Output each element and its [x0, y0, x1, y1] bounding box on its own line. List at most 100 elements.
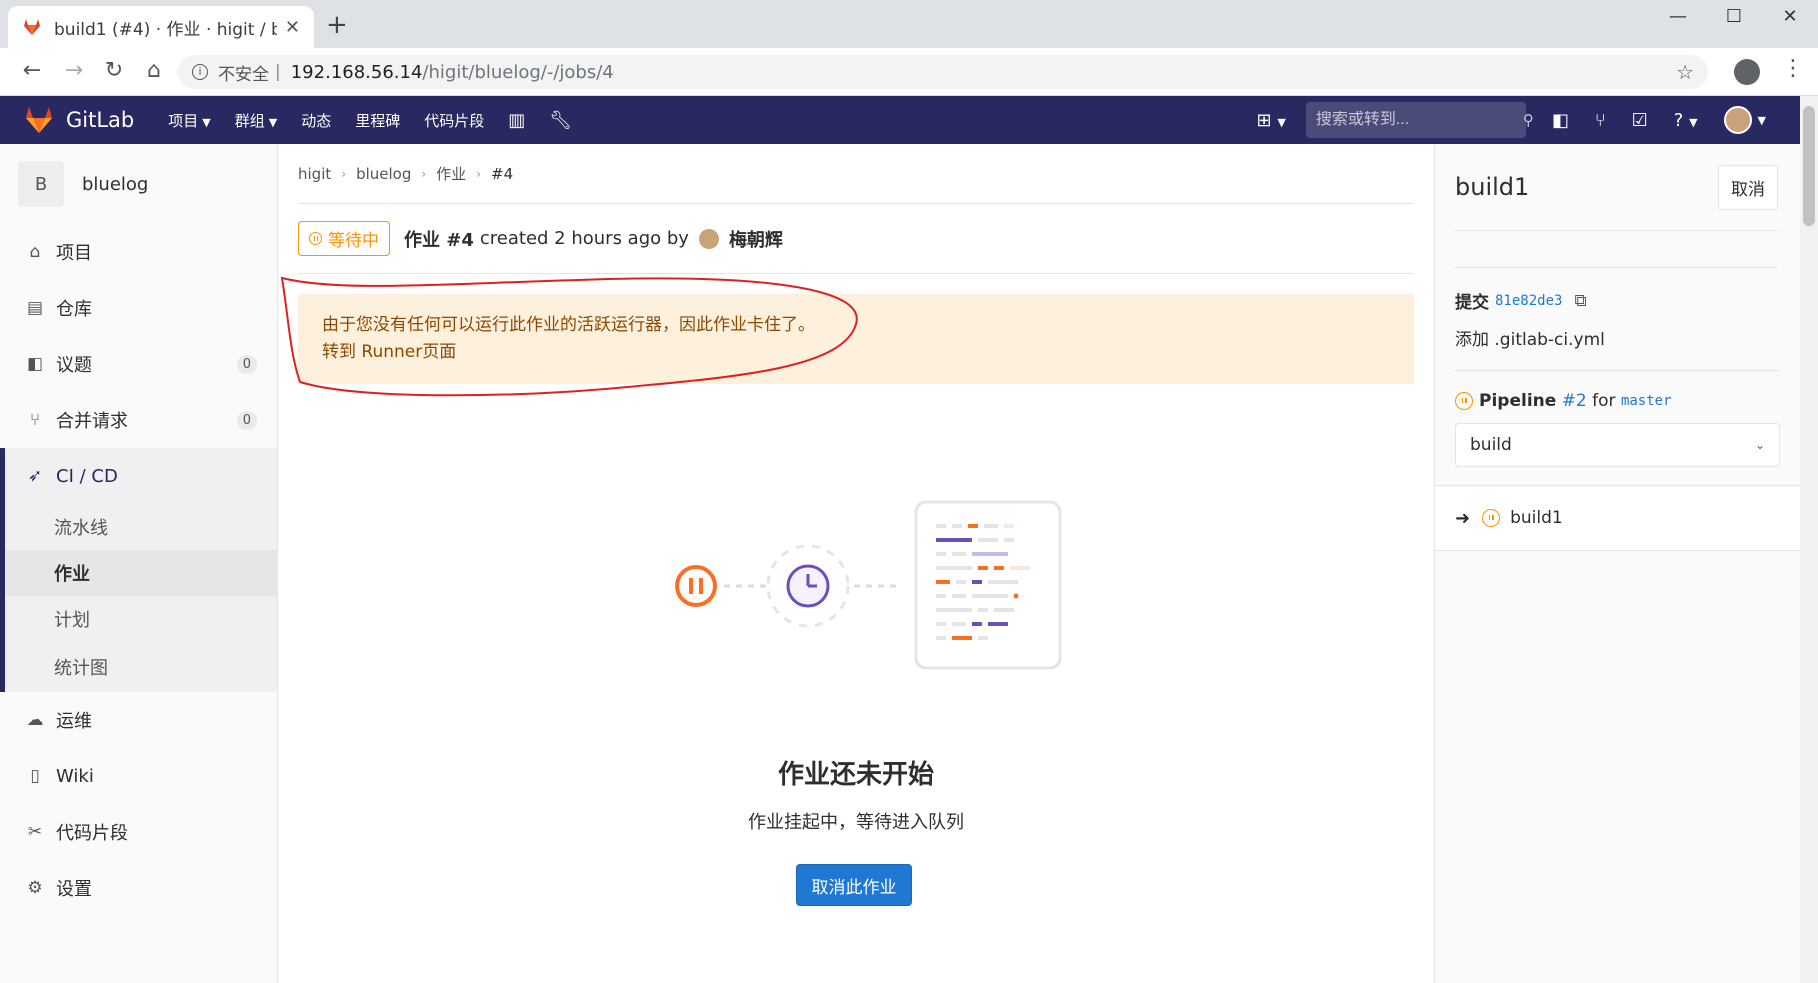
project-name: bluelog [82, 173, 149, 195]
address-bar[interactable]: i 不安全 | 192.168.56.14/higit/bluelog/-/jo… [178, 55, 1708, 89]
url-path: /higit/bluelog/-/jobs/4 [422, 61, 614, 83]
wrench-icon[interactable]: 🔧︎ [549, 110, 572, 131]
sidebar-header: build1 取消 [1435, 144, 1800, 230]
nav-groups-label: 群组 [234, 111, 265, 130]
pipeline-id-link[interactable]: #2 [1562, 391, 1587, 411]
runner-page-link[interactable]: 转到 Runner页面 [322, 339, 1390, 366]
main-content: higit › bluelog › 作业 › #4 等待中 作业 #4 created… [298, 144, 1414, 983]
nav-groups[interactable]: 群组 ▼ [235, 110, 277, 131]
chevron-down-icon: ▼ [268, 115, 278, 129]
scissors-icon: ✂ [27, 822, 43, 842]
issues-count-badge: 0 [236, 354, 257, 374]
gitlab-brand[interactable]: GitLab [24, 106, 134, 134]
sidebar-section-cicd: ➶ CI / CD 流水线 作业 计划 统计图 [0, 448, 277, 692]
chart-icon[interactable]: ▥ [508, 110, 525, 131]
breadcrumb: higit › bluelog › 作业 › #4 [298, 144, 1414, 204]
sidebar-subitem-pipelines[interactable]: 流水线 [5, 504, 277, 550]
browser-profile-icon[interactable] [1734, 59, 1760, 85]
back-icon[interactable]: ← [18, 58, 46, 83]
maximize-icon[interactable]: ☐ [1706, 0, 1762, 32]
new-item-icon[interactable]: ⊞ ▼ [1257, 110, 1286, 131]
new-tab-icon[interactable]: + [326, 10, 348, 40]
doc-icon: ▤ [26, 298, 44, 318]
job-list-name: build1 [1510, 508, 1563, 528]
user-avatar[interactable] [1723, 106, 1752, 134]
mr-count-badge: 0 [236, 410, 257, 430]
stage-dropdown[interactable]: build ⌄ [1455, 423, 1780, 467]
navbar-right: ⊞ ▼ ⚲ ◧ ⑂ ☑ ? ▼ ▼ [1231, 96, 1800, 144]
job-header: 等待中 作业 #4 created 2 hours ago by 梅朝辉 [298, 204, 1414, 274]
cancel-button[interactable]: 取消 [1718, 164, 1778, 210]
job-list-item[interactable]: ➜ build1 [1435, 485, 1800, 551]
bookmark-star-icon[interactable]: ☆ [1676, 60, 1694, 84]
chevron-right-icon: › [341, 166, 347, 181]
home-icon[interactable]: ⌂ [140, 58, 168, 83]
sidebar-project-header[interactable]: B bluelog [0, 144, 277, 224]
sidebar-item-merge-requests[interactable]: ⑂ 合并请求 0 [0, 392, 277, 448]
copy-icon[interactable]: ⧉ [1574, 291, 1586, 311]
window-controls: — ☐ ✕ [1650, 0, 1818, 32]
issues-icon[interactable]: ◧ [1552, 110, 1569, 131]
sidebar-item-operations[interactable]: ☁ 运维 [0, 692, 277, 748]
breadcrumb-higit[interactable]: higit [298, 165, 331, 183]
empty-state-title: 作业还未开始 [777, 760, 934, 790]
gitlab-logo-icon [26, 107, 52, 133]
sidebar-item-label: 项目 [56, 243, 92, 264]
browser-tab[interactable]: build1 (#4) · 作业 · higit / bluel ✕ [8, 6, 314, 48]
project-avatar: B [18, 161, 64, 207]
sidebar-item-project[interactable]: ⌂ 项目 [0, 224, 277, 280]
gitlab-favicon-icon [24, 19, 40, 35]
browser-menu-icon[interactable]: ⋮ [1782, 56, 1804, 81]
search-box[interactable]: ⚲ [1305, 102, 1534, 138]
search-input[interactable] [1315, 111, 1523, 129]
merge-request-icon[interactable]: ⑂ [1595, 110, 1606, 131]
chevron-down-icon[interactable]: ▼ [1758, 114, 1766, 127]
nav-projects-label: 项目 [168, 111, 199, 130]
sidebar-item-settings[interactable]: ⚙ 设置 [0, 860, 277, 916]
user-name-link[interactable]: 梅朝辉 [729, 226, 783, 252]
sidebar-item-label: 仓库 [56, 299, 92, 320]
scroll-thumb[interactable] [1803, 106, 1815, 226]
nav-snippets[interactable]: 代码片段 [424, 110, 484, 131]
divider [1455, 230, 1778, 231]
empty-state-subtitle: 作业挂起中，等待进入队列 [748, 812, 964, 833]
breadcrumb-bluelog[interactable]: bluelog [356, 165, 411, 183]
status-badge[interactable]: 等待中 [298, 221, 390, 256]
breadcrumb-job-id[interactable]: #4 [491, 165, 513, 183]
cancel-job-button[interactable]: 取消此作业 [796, 864, 912, 906]
sidebar-item-label: CI / CD [56, 465, 118, 487]
job-meta: created 2 hours ago by [479, 228, 689, 249]
sidebar-item-wiki[interactable]: ▯ Wiki [0, 748, 277, 804]
tab-close-icon[interactable]: ✕ [285, 17, 300, 38]
todo-icon[interactable]: ☑ [1632, 110, 1648, 131]
minimize-icon[interactable]: — [1650, 0, 1706, 32]
pause-icon [309, 232, 322, 245]
page-scrollbar[interactable] [1800, 96, 1818, 983]
nav-activity[interactable]: 动态 [301, 110, 331, 131]
user-avatar[interactable] [698, 228, 719, 249]
close-window-icon[interactable]: ✕ [1762, 0, 1818, 32]
breadcrumb-jobs[interactable]: 作业 [436, 163, 466, 184]
alert-message: 由于您没有任何可以运行此作业的活跃运行器，因此作业卡住了。 [322, 315, 815, 335]
sidebar-subitem-jobs[interactable]: 作业 [5, 550, 277, 596]
url-host: 192.168.56.14 [290, 61, 423, 83]
chevron-right-icon: › [421, 166, 427, 181]
sidebar-item-snippets[interactable]: ✂ 代码片段 [0, 804, 277, 860]
commit-block: 提交 81e82de3 ⧉ 添加 .gitlab-ci.yml Pipeline… [1435, 288, 1800, 467]
chevron-down-icon: ▼ [202, 115, 211, 129]
help-icon[interactable]: ? ▼ [1674, 110, 1698, 131]
gear-icon: ⚙ [27, 878, 43, 898]
sidebar-subitem-schedules[interactable]: 计划 [5, 596, 277, 642]
commit-sha-link[interactable]: 81e82de3 [1495, 293, 1562, 309]
nav-projects[interactable]: 项目 ▼ [168, 110, 210, 131]
home-icon: ⌂ [29, 242, 41, 262]
branch-link[interactable]: master [1621, 393, 1672, 409]
sidebar-item-issues[interactable]: ◧ 议题 0 [0, 336, 277, 392]
sidebar-item-repository[interactable]: ▤ 仓库 [0, 280, 277, 336]
sidebar-subitem-charts[interactable]: 统计图 [5, 642, 277, 692]
reload-icon[interactable]: ↻ [100, 58, 128, 83]
forward-icon[interactable]: → [60, 58, 88, 83]
sidebar-item-cicd[interactable]: ➶ CI / CD [5, 448, 277, 504]
nav-milestones[interactable]: 里程碑 [355, 110, 400, 131]
info-icon[interactable]: i [192, 64, 208, 80]
